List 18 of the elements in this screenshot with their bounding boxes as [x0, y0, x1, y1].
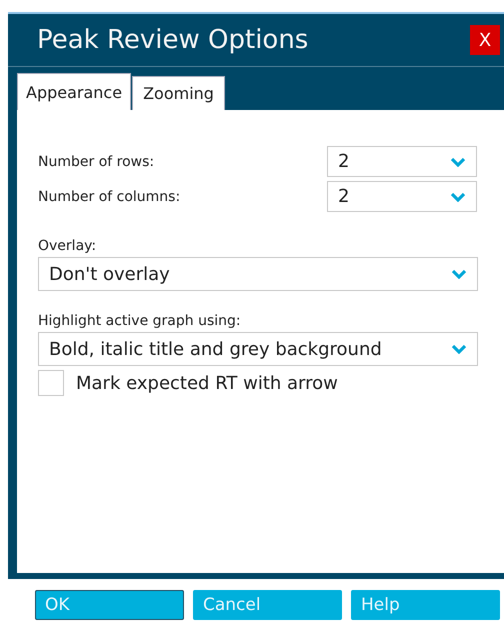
chevron-down-icon	[451, 344, 467, 354]
field-label: Overlay:	[38, 238, 98, 254]
dropdown[interactable]: Don't overlay	[38, 257, 478, 291]
checkbox[interactable]	[38, 370, 64, 396]
field-label: Number of columns:	[38, 188, 180, 204]
dropdown[interactable]: 2	[327, 181, 477, 212]
chevron-down-icon	[451, 269, 467, 279]
dropdown[interactable]: 2	[327, 146, 477, 177]
tab[interactable]: Zooming	[132, 76, 225, 110]
checkbox-label: Mark expected RT with arrow	[76, 372, 338, 394]
close-button[interactable]: X	[470, 25, 500, 55]
field-label: Number of rows:	[38, 154, 154, 170]
window-title: Peak Review Options	[37, 25, 308, 55]
chevron-down-icon	[450, 192, 466, 202]
tab[interactable]: Appearance	[17, 73, 132, 110]
field-label: Highlight active graph using:	[38, 313, 242, 329]
chevron-down-icon	[450, 156, 466, 166]
dropdown[interactable]: Bold, italic title and grey background	[38, 332, 478, 366]
